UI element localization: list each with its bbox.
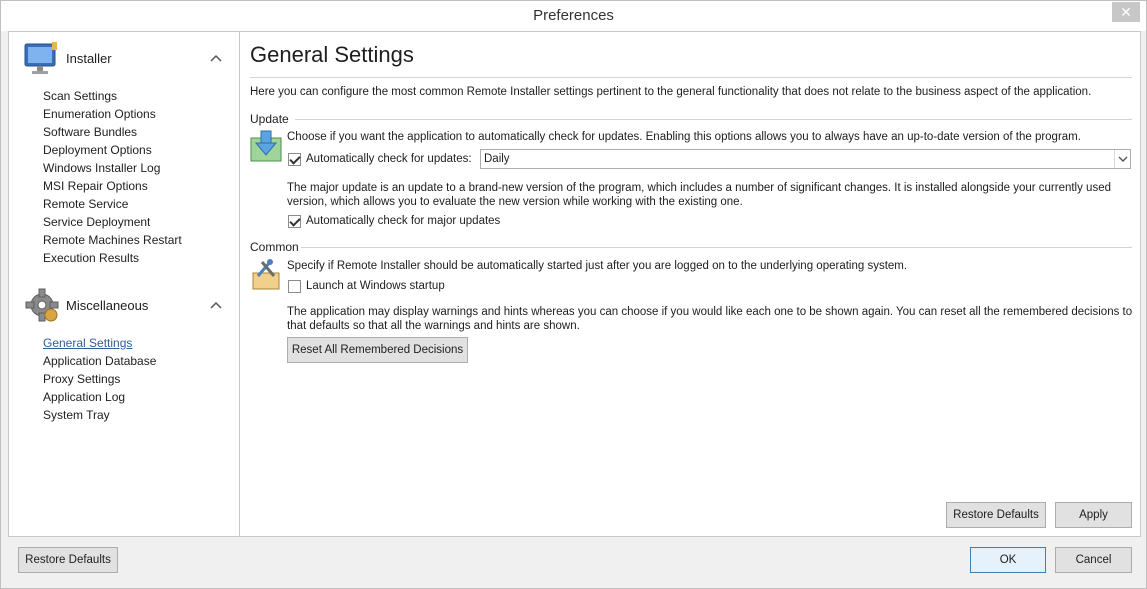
auto-check-updates-row[interactable]: Automatically check for updates: <box>288 151 472 167</box>
download-icon <box>250 130 282 162</box>
sidebar-item-service-deployment[interactable]: Service Deployment <box>43 213 150 231</box>
monitor-icon <box>24 42 57 74</box>
sidebar-item-remote-service[interactable]: Remote Service <box>43 195 128 213</box>
settings-panel: General Settings Here you can configure … <box>241 32 1140 536</box>
sidebar-item-proxy-settings[interactable]: Proxy Settings <box>43 370 120 388</box>
nav-group-installer[interactable]: Installer <box>9 35 239 83</box>
ok-button[interactable]: OK <box>970 547 1046 573</box>
major-updates-label: Automatically check for major updates <box>306 215 501 227</box>
sidebar-item-deployment-options[interactable]: Deployment Options <box>43 141 152 159</box>
major-updates-row[interactable]: Automatically check for major updates <box>288 213 500 229</box>
update-description: Choose if you want the application to au… <box>287 131 1081 143</box>
sidebar-item-remote-machines-restart[interactable]: Remote Machines Restart <box>43 231 182 249</box>
sidebar-item-windows-installer-log[interactable]: Windows Installer Log <box>43 159 160 177</box>
auto-check-updates-checkbox[interactable] <box>288 152 301 166</box>
sidebar-item-software-bundles[interactable]: Software Bundles <box>43 123 137 141</box>
major-updates-checkbox[interactable] <box>288 214 301 228</box>
sidebar-item-msi-repair-options[interactable]: MSI Repair Options <box>43 177 148 195</box>
title-divider <box>250 77 1132 78</box>
launch-startup-label: Launch at Windows startup <box>306 280 445 292</box>
update-frequency-value: Daily <box>484 153 510 165</box>
sidebar-item-scan-settings[interactable]: Scan Settings <box>43 87 117 105</box>
chevron-up-icon[interactable] <box>209 298 223 312</box>
panel-restore-defaults-button[interactable]: Restore Defaults <box>946 502 1046 528</box>
sidebar-item-execution-results[interactable]: Execution Results <box>43 249 139 267</box>
cancel-button[interactable]: Cancel <box>1055 547 1132 573</box>
update-divider <box>295 119 1132 120</box>
warnings-description: The application may display warnings and… <box>287 306 1133 332</box>
update-section-label: Update <box>250 112 289 126</box>
auto-check-updates-label: Automatically check for updates: <box>306 153 472 165</box>
chevron-up-icon[interactable] <box>209 51 223 65</box>
window-title: Preferences <box>533 7 614 24</box>
gear-icon <box>25 288 59 322</box>
sidebar-item-application-log[interactable]: Application Log <box>43 388 125 406</box>
sidebar-item-general-settings[interactable]: General Settings <box>43 334 132 352</box>
major-update-description: The major update is an update to a brand… <box>287 182 1111 208</box>
sidebar-item-application-database[interactable]: Application Database <box>43 352 156 370</box>
dropdown-arrow[interactable] <box>1114 150 1130 168</box>
client-area: Installer Scan Settings Enumeration Opti… <box>8 31 1141 537</box>
sidebar: Installer Scan Settings Enumeration Opti… <box>9 32 240 536</box>
apply-button[interactable]: Apply <box>1055 502 1132 528</box>
page-title: General Settings <box>250 42 414 67</box>
launch-startup-checkbox[interactable] <box>288 279 301 293</box>
nav-group-title: Installer <box>66 51 112 66</box>
common-divider <box>301 247 1132 248</box>
tools-box-icon <box>252 259 280 290</box>
launch-startup-row[interactable]: Launch at Windows startup <box>288 278 445 294</box>
sidebar-item-system-tray[interactable]: System Tray <box>43 406 110 424</box>
reset-decisions-button[interactable]: Reset All Remembered Decisions <box>287 337 468 363</box>
title-bar: Preferences ✕ <box>1 1 1146 31</box>
update-frequency-select[interactable]: Daily <box>480 149 1131 169</box>
intro-text: Here you can configure the most common R… <box>250 86 1092 98</box>
sidebar-item-enumeration-options[interactable]: Enumeration Options <box>43 105 156 123</box>
restore-defaults-button[interactable]: Restore Defaults <box>18 547 118 573</box>
common-description: Specify if Remote Installer should be au… <box>287 260 908 272</box>
nav-group-title: Miscellaneous <box>66 298 149 313</box>
nav-group-miscellaneous[interactable]: Miscellaneous <box>9 282 239 330</box>
close-icon: ✕ <box>1120 4 1132 20</box>
close-button[interactable]: ✕ <box>1112 2 1140 22</box>
chevron-down-icon <box>1118 156 1128 162</box>
preferences-window: Preferences ✕ Installer Scan Settings En… <box>0 0 1147 589</box>
common-section-label: Common <box>250 240 299 254</box>
